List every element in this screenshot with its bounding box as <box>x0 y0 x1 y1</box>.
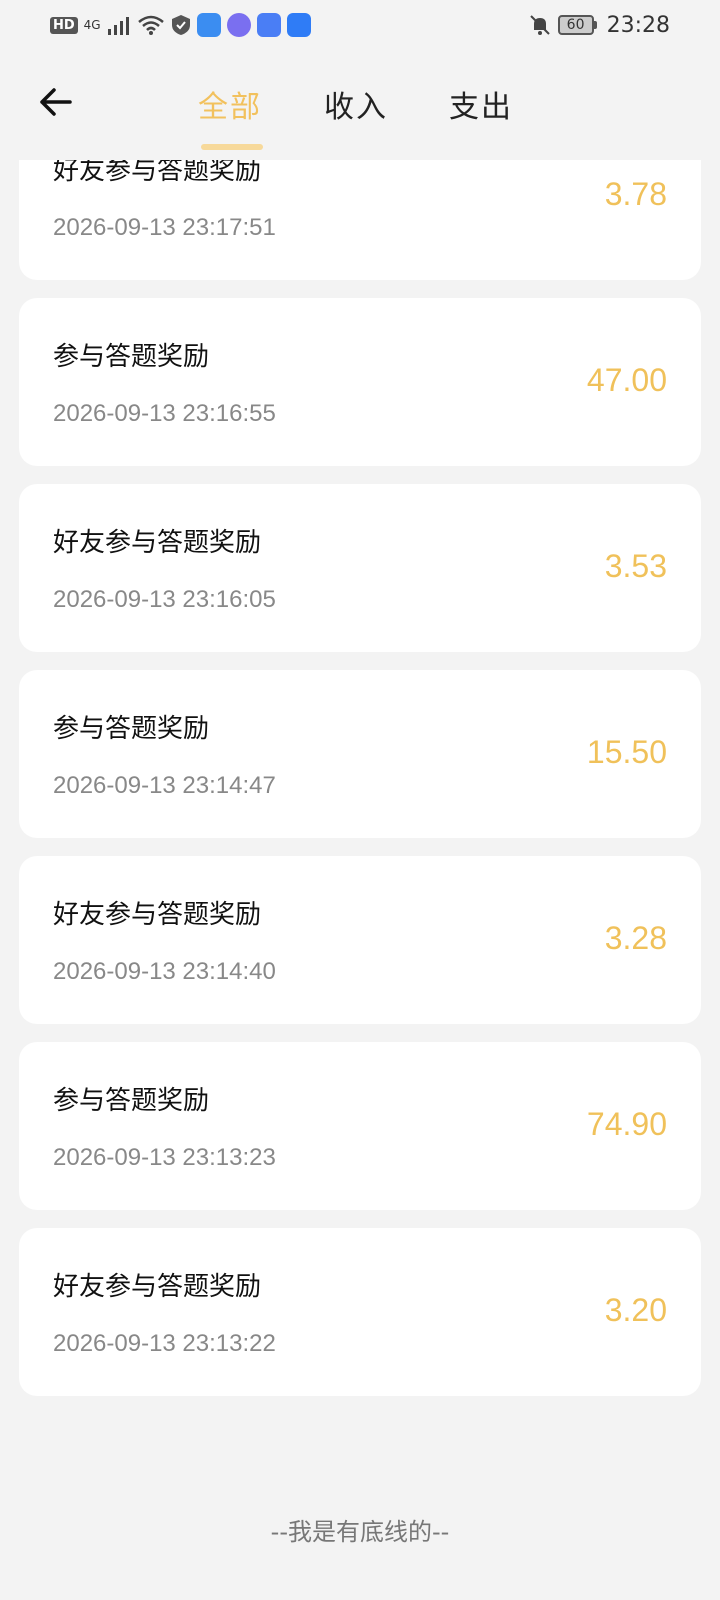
transaction-card[interactable]: 参与答题奖励 2026-09-13 23:13:23 74.90 <box>19 1042 701 1210</box>
tab-all[interactable]: 全部 <box>198 82 262 126</box>
transaction-title: 参与答题奖励 <box>53 1086 210 1116</box>
transaction-card[interactable]: 参与答题奖励 2026-09-13 23:16:55 47.00 <box>19 298 701 466</box>
tab-income[interactable]: 收入 <box>324 82 388 126</box>
transaction-card[interactable]: 好友参与答题奖励 2026-09-13 23:14:40 3.28 <box>19 856 701 1024</box>
end-of-list-note: --我是有底线的-- <box>270 1518 450 1546</box>
transaction-time: 2026-09-13 23:16:55 <box>53 400 276 427</box>
transaction-time: 2026-09-13 23:14:47 <box>53 772 276 799</box>
transaction-time: 2026-09-13 23:13:22 <box>53 1330 276 1357</box>
back-arrow-icon[interactable] <box>34 80 78 124</box>
transaction-amount: 15.50 <box>586 734 667 770</box>
transaction-amount: 74.90 <box>586 1106 667 1142</box>
transaction-title: 参与答题奖励 <box>53 714 210 744</box>
transaction-title: 好友参与答题奖励 <box>53 900 262 930</box>
transaction-amount: 3.78 <box>604 176 667 212</box>
transaction-title: 好友参与答题奖励 <box>53 528 262 558</box>
transaction-title: 参与答题奖励 <box>53 342 210 372</box>
transaction-title: 好友参与答题奖励 <box>53 1272 262 1302</box>
transaction-amount: 3.28 <box>604 920 667 956</box>
transaction-time: 2026-09-13 23:13:23 <box>53 1144 276 1171</box>
transaction-card[interactable]: 参与答题奖励 2026-09-13 23:14:47 15.50 <box>19 670 701 838</box>
tab-expense[interactable]: 支出 <box>449 82 513 126</box>
transaction-card[interactable]: 好友参与答题奖励 2026-09-13 23:13:22 3.20 <box>19 1228 701 1396</box>
top-nav: 全部 收入 支出 <box>0 50 720 160</box>
transaction-card[interactable]: 好友参与答题奖励 2026-09-13 23:16:05 3.53 <box>19 484 701 652</box>
active-tab-indicator <box>201 144 263 150</box>
transaction-time: 2026-09-13 23:17:51 <box>53 214 276 241</box>
transaction-amount: 47.00 <box>586 362 667 398</box>
transaction-time: 2026-09-13 23:14:40 <box>53 958 276 985</box>
transaction-amount: 3.20 <box>604 1292 667 1328</box>
transaction-time: 2026-09-13 23:16:05 <box>53 586 276 613</box>
transaction-list[interactable]: 好友参与答题奖励 2026-09-13 23:17:51 3.78 参与答题奖励… <box>0 0 720 1600</box>
transaction-amount: 3.53 <box>604 548 667 584</box>
